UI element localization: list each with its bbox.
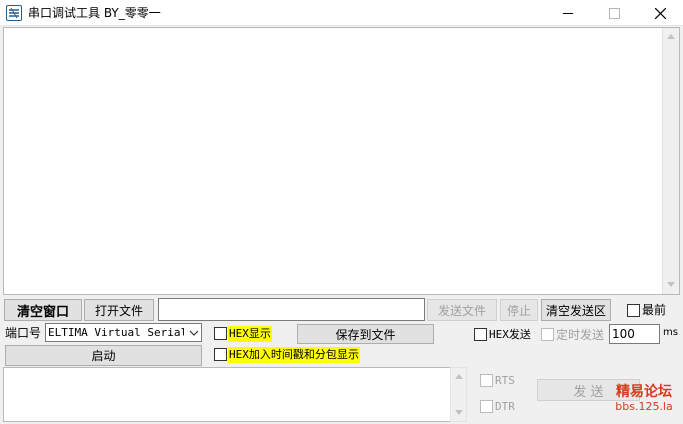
window-title: 串口调试工具 BY_零零一	[28, 6, 161, 20]
receive-scrollbar[interactable]	[662, 28, 679, 294]
send-scroll-up-icon[interactable]	[455, 374, 463, 379]
chevron-down-icon	[189, 330, 199, 336]
forum-watermark: 精易论坛 bbs.125.la	[608, 384, 680, 413]
port-selected-value: ELTIMA Virtual Serial Port	[48, 326, 184, 339]
maximize-button[interactable]	[591, 0, 637, 26]
scroll-down-icon[interactable]	[667, 282, 675, 287]
hex-send-checkbox[interactable]	[474, 328, 487, 341]
dtr-checkbox[interactable]	[480, 400, 493, 413]
send-text-area[interactable]	[3, 367, 467, 422]
hex-timestamp-label: HEX加入时间戳和分包显示	[228, 347, 360, 363]
receive-text-area[interactable]	[3, 27, 680, 295]
clear-send-button[interactable]: 清空发送区	[541, 299, 611, 321]
scroll-up-icon[interactable]	[667, 34, 675, 39]
file-path-input[interactable]	[158, 298, 425, 321]
timed-send-label: 定时发送	[556, 328, 605, 342]
rts-checkbox[interactable]	[480, 374, 493, 387]
hex-timestamp-checkbox[interactable]	[214, 348, 227, 361]
port-label: 端口号	[5, 326, 42, 340]
save-to-file-button[interactable]: 保存到文件	[297, 324, 434, 344]
interval-input[interactable]: 100	[609, 324, 660, 344]
close-icon	[654, 7, 666, 19]
port-select[interactable]: ELTIMA Virtual Serial Port	[45, 323, 202, 342]
topmost-label: 最前	[642, 303, 667, 317]
title-bar: 串口调试工具 BY_零零一	[0, 0, 683, 26]
rts-label: RTS	[495, 374, 515, 387]
watermark-url: bbs.125.la	[615, 400, 673, 413]
send-scroll-down-icon[interactable]	[455, 410, 463, 415]
send-file-button[interactable]: 发送文件	[427, 299, 497, 321]
close-button[interactable]	[637, 0, 683, 26]
hex-display-checkbox[interactable]	[214, 327, 227, 340]
minimize-button[interactable]	[545, 0, 591, 26]
timed-send-checkbox[interactable]	[541, 328, 554, 341]
start-button[interactable]: 启动	[5, 345, 202, 366]
stop-button[interactable]: 停止	[500, 299, 538, 321]
hex-display-label: HEX显示	[228, 326, 272, 342]
minimize-icon	[563, 12, 573, 14]
dtr-label: DTR	[495, 400, 515, 413]
app-icon	[6, 5, 22, 21]
hex-send-label: HEX发送	[489, 328, 531, 341]
clear-window-button[interactable]: 清空窗口	[4, 299, 82, 321]
send-scrollbar[interactable]	[450, 367, 467, 422]
maximize-icon	[608, 7, 620, 19]
open-file-button[interactable]: 打开文件	[84, 299, 154, 321]
topmost-checkbox[interactable]	[627, 304, 640, 317]
watermark-title: 精易论坛	[616, 384, 672, 400]
interval-unit-label: ms	[663, 327, 678, 338]
